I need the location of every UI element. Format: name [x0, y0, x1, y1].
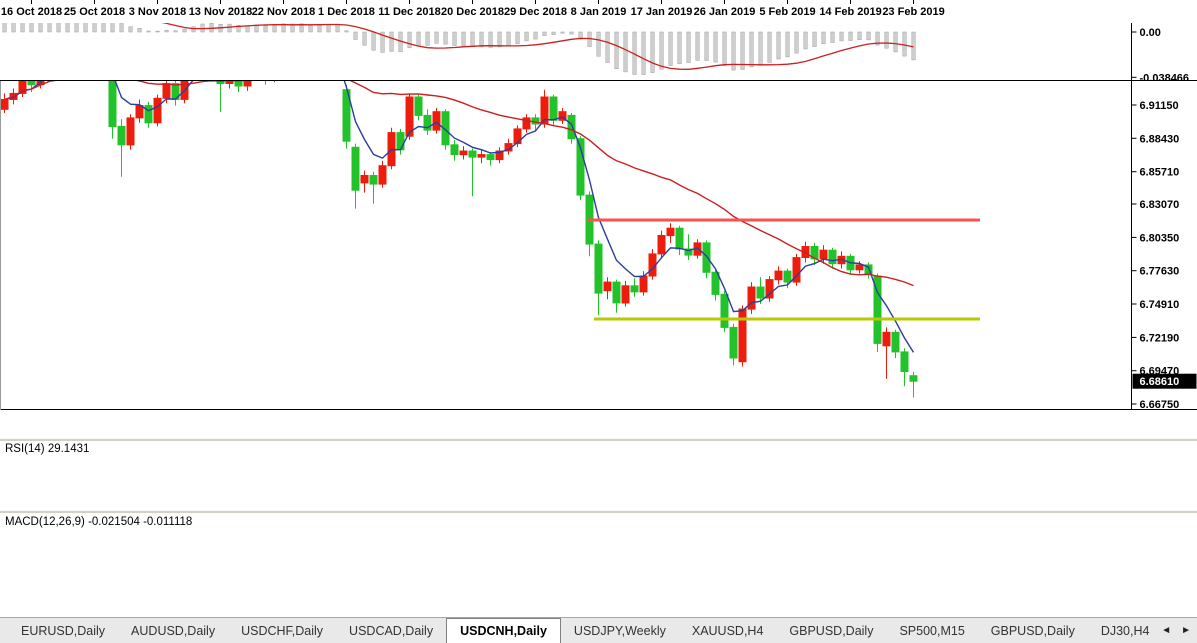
symbol-tabs: EURUSD,DailyAUDUSD,DailyUSDCHF,DailyUSDC…	[0, 618, 1155, 643]
svg-text:1 Dec 2018: 1 Dec 2018	[318, 6, 375, 18]
chart-tab-eurusd-daily[interactable]: EURUSD,Daily	[8, 618, 118, 643]
chart-tab-usdjpy-weekly[interactable]: USDJPY,Weekly	[561, 618, 679, 643]
svg-text:6.80350: 6.80350	[1140, 232, 1180, 244]
svg-text:22 Nov 2018: 22 Nov 2018	[252, 6, 316, 18]
svg-text:6.74910: 6.74910	[1140, 299, 1180, 311]
svg-text:11 Dec 2018: 11 Dec 2018	[378, 6, 440, 18]
date-axis-svg: 16 Oct 201825 Oct 2018 3 Nov 201813 Nov 2…	[0, 0, 1197, 23]
svg-text:23 Feb 2019: 23 Feb 2019	[882, 6, 944, 18]
svg-text:6.66750: 6.66750	[1140, 399, 1180, 410]
svg-text:6.85710: 6.85710	[1140, 167, 1180, 179]
chart-tab-sp500-m15[interactable]: SP500,M15	[886, 618, 977, 643]
macd-indicator-label: MACD(12,26,9) -0.021504 -0.011118	[5, 516, 192, 528]
panel-divider[interactable]	[0, 510, 1197, 513]
mt4-chart-window: M30H1H4D1W1MN 6.993106.965906.938706.911…	[0, 0, 1197, 643]
panel-divider[interactable]	[0, 438, 1197, 441]
tab-scroll-buttons: ◄►	[1155, 618, 1197, 643]
svg-text:5 Feb 2019: 5 Feb 2019	[759, 6, 815, 18]
chart-tab-gbpusd-daily[interactable]: GBPUSD,Daily	[776, 618, 886, 643]
svg-text:0.00: 0.00	[1140, 27, 1161, 39]
scroll-left-icon[interactable]: ◄	[1161, 626, 1171, 636]
svg-text:6.72190: 6.72190	[1140, 332, 1180, 344]
svg-text:8 Jan 2019: 8 Jan 2019	[571, 6, 627, 18]
chart-tab-gbpusd-daily[interactable]: GBPUSD,Daily	[978, 618, 1088, 643]
symbol-tab-bar: EURUSD,DailyAUDUSD,DailyUSDCHF,DailyUSDC…	[0, 617, 1197, 643]
svg-text:13 Nov 2018: 13 Nov 2018	[189, 6, 253, 18]
svg-text:6.91150: 6.91150	[1140, 100, 1179, 112]
svg-text:26 Jan 2019: 26 Jan 2019	[694, 6, 756, 18]
chart-tab-usdcad-daily[interactable]: USDCAD,Daily	[336, 618, 446, 643]
svg-text:29 Dec 2018: 29 Dec 2018	[504, 6, 567, 18]
chart-tab-dj30-h4[interactable]: DJ30,H4	[1088, 618, 1155, 643]
svg-text:6.77630: 6.77630	[1140, 266, 1180, 278]
scroll-right-icon[interactable]: ►	[1181, 626, 1191, 636]
svg-text:6.68610: 6.68610	[1140, 376, 1180, 388]
chart-tab-audusd-daily[interactable]: AUDUSD,Daily	[118, 618, 228, 643]
chart-tab-usdchf-daily[interactable]: USDCHF,Daily	[228, 618, 336, 643]
chart-tab-usdcnh-daily[interactable]: USDCNH,Daily	[446, 618, 561, 643]
svg-text:3 Nov 2018: 3 Nov 2018	[129, 6, 186, 18]
svg-text:14 Feb 2019: 14 Feb 2019	[819, 6, 881, 18]
svg-text:20 Dec 2018: 20 Dec 2018	[441, 6, 504, 18]
svg-text:6.83070: 6.83070	[1140, 199, 1180, 211]
svg-text:6.88430: 6.88430	[1140, 133, 1180, 145]
rsi-indicator-label: RSI(14) 29.1431	[5, 443, 89, 455]
svg-text:17 Jan 2019: 17 Jan 2019	[631, 6, 693, 18]
chart-tab-xauusd-h4[interactable]: XAUUSD,H4	[679, 618, 777, 643]
svg-text:-0.038466: -0.038466	[1140, 72, 1190, 81]
date-axis: 16 Oct 201825 Oct 2018 3 Nov 201813 Nov 2…	[0, 0, 1197, 28]
svg-text:16 Oct 2018: 16 Oct 2018	[1, 6, 62, 18]
svg-text:25 Oct 2018: 25 Oct 2018	[64, 6, 125, 18]
